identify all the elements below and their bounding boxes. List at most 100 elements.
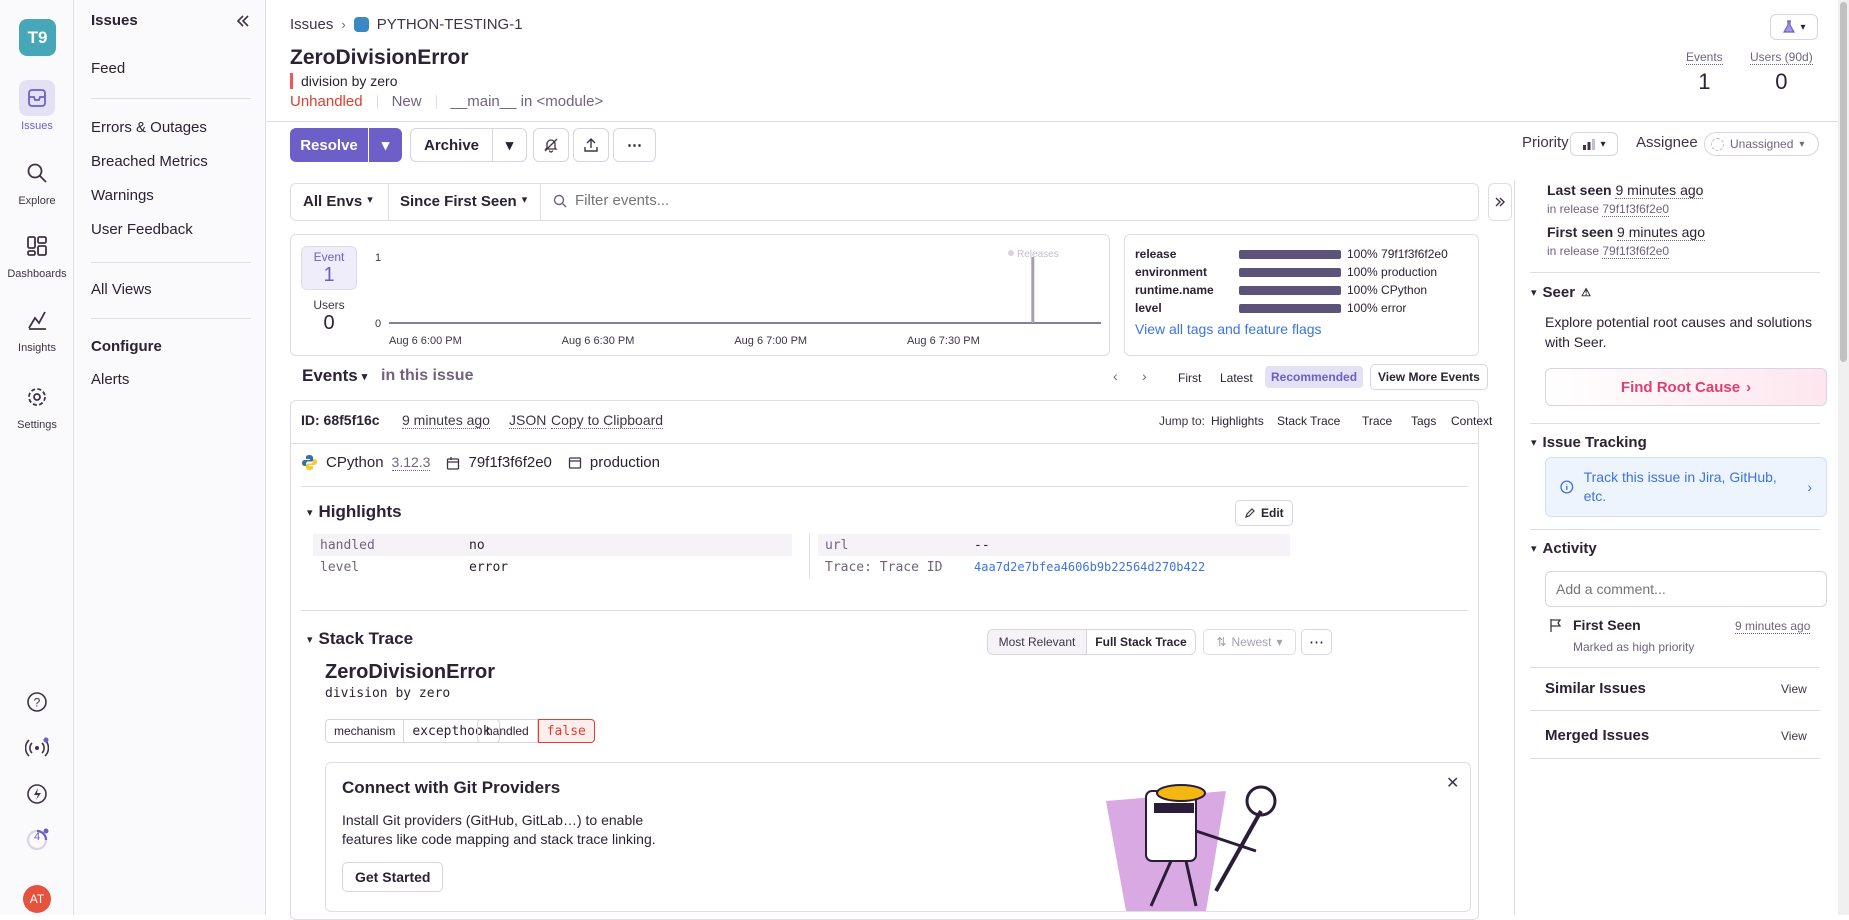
full-stack-trace-button[interactable]: Full Stack Trace: [1086, 630, 1195, 654]
issue-meta: Unhandled New __main__ in <module>: [290, 93, 603, 110]
next-event-button[interactable]: ›: [1142, 368, 1147, 384]
tags-panel: release 100% 79f1f3f6f2e0 environment 100%…: [1124, 234, 1479, 356]
tag-row-runtime[interactable]: runtime.name 100% CPython: [1135, 283, 1427, 297]
find-root-cause-button[interactable]: Find Root Cause ›: [1545, 368, 1827, 406]
primary-nav: T9 Issues Explore Dashboards Insights Se…: [0, 0, 74, 915]
edit-highlights-button[interactable]: Edit: [1235, 500, 1293, 526]
more-actions-button[interactable]: ⋯: [613, 128, 656, 162]
sort-order-dropdown[interactable]: ⇅ Newest ▾: [1203, 629, 1296, 655]
recommended-event-button[interactable]: Recommended: [1265, 366, 1364, 388]
highlights-section-toggle[interactable]: ▾ Highlights: [307, 502, 402, 522]
breadcrumb-project[interactable]: PYTHON-TESTING-1: [377, 16, 523, 33]
subnav-item-feed[interactable]: Feed: [91, 60, 125, 77]
close-icon[interactable]: ✕: [1446, 773, 1459, 793]
runtime-name: CPython: [326, 454, 384, 471]
expand-sidebar-button[interactable]: [1488, 183, 1512, 221]
avatar[interactable]: AT: [23, 885, 51, 913]
jump-context[interactable]: Context: [1451, 414, 1492, 428]
similar-issues-view-link[interactable]: View: [1781, 682, 1807, 696]
resolve-dropdown-button[interactable]: ▾: [369, 128, 402, 162]
event-search-input[interactable]: [575, 192, 1455, 209]
chevron-right-icon: ›: [1746, 378, 1752, 396]
get-started-button[interactable]: Get Started: [342, 862, 444, 892]
chevron-right-icon: ›: [341, 17, 346, 32]
priority-bars-icon: [1583, 139, 1596, 150]
subnav-item-alerts[interactable]: Alerts: [91, 371, 129, 388]
event-chart-panel: Event 1 Users 0 1 0 Aug 6 6:00 PM Aug 6 6:3…: [290, 234, 1110, 356]
share-button[interactable]: [573, 128, 609, 162]
events-header[interactable]: Events ▾: [302, 366, 367, 386]
collapse-sidebar-icon[interactable]: [234, 12, 252, 34]
jump-trace[interactable]: Trace: [1362, 414, 1392, 428]
trace-id-link[interactable]: 4aa7d2e7bfea4606b9b22564d270b422: [974, 560, 1205, 574]
jump-stack-trace[interactable]: Stack Trace: [1277, 414, 1340, 428]
priority-dropdown[interactable]: ▾: [1570, 132, 1618, 156]
scrollbar[interactable]: [1838, 0, 1849, 915]
secondary-nav: Issues Feed Errors & Outages Breached Me…: [74, 0, 266, 915]
seer-section-toggle[interactable]: ▾ Seer ⚠: [1531, 284, 1591, 301]
sort-icon: ⇅: [1216, 635, 1227, 649]
track-issue-link[interactable]: Track this issue in Jira, GitHub, etc. ›: [1545, 457, 1827, 517]
prev-event-button[interactable]: ‹: [1113, 368, 1118, 384]
most-relevant-button[interactable]: Most Relevant: [988, 630, 1086, 654]
event-card: ID: 68f5f16c 9 minutes ago JSON Copy to …: [290, 400, 1492, 920]
activity-section-toggle[interactable]: ▾ Activity: [1531, 540, 1597, 557]
archive-button[interactable]: Archive: [410, 128, 493, 162]
runtime-version: 3.12.3: [391, 454, 431, 471]
jump-tags[interactable]: Tags: [1411, 414, 1436, 428]
help-icon[interactable]: ?: [19, 684, 55, 720]
first-event-button[interactable]: First: [1178, 371, 1201, 385]
subnav-item-errors-outages[interactable]: Errors & Outages: [91, 119, 207, 136]
nav-explore[interactable]: Explore: [0, 155, 74, 207]
nav-issues[interactable]: Issues: [0, 80, 74, 132]
merged-issues-view-link[interactable]: View: [1781, 729, 1807, 743]
json-link[interactable]: JSON: [509, 412, 547, 429]
view-all-tags-link[interactable]: View all tags and feature flags: [1135, 321, 1322, 337]
issue-sidebar: Last seen 9 minutes ago in release 79f1f…: [1514, 180, 1834, 915]
date-range-filter[interactable]: Since First Seen ▾: [400, 193, 527, 210]
activity-item-title: First Seen: [1573, 617, 1641, 633]
stack-trace-section-toggle[interactable]: ▾ Stack Trace: [307, 629, 413, 649]
upload-icon: [584, 138, 598, 152]
issue-tracking-section-toggle[interactable]: ▾ Issue Tracking: [1531, 424, 1647, 451]
nav-dashboards[interactable]: Dashboards: [0, 228, 74, 280]
mute-button[interactable]: [533, 128, 569, 162]
git-illustration: [1106, 784, 1277, 911]
lightning-icon[interactable]: [19, 776, 55, 812]
subnav-item-warnings[interactable]: Warnings: [91, 187, 154, 204]
search-icon: [553, 194, 567, 212]
pencil-icon: [1245, 508, 1255, 518]
tag-row-level[interactable]: level 100% error: [1135, 301, 1406, 315]
nav-insights-label: Insights: [18, 342, 56, 354]
resolve-button[interactable]: Resolve: [290, 128, 368, 162]
user-count-tab[interactable]: Users 0: [301, 298, 357, 335]
broadcast-icon[interactable]: [19, 730, 55, 766]
view-more-events-button[interactable]: View More Events: [1370, 364, 1488, 390]
comment-input[interactable]: [1545, 571, 1827, 607]
releases-legend-label: Releases: [1017, 249, 1059, 260]
merged-issues-title: Merged Issues: [1545, 727, 1650, 744]
jump-highlights[interactable]: Highlights: [1211, 414, 1264, 428]
tag-bar: [1239, 285, 1341, 295]
archive-dropdown-button[interactable]: ▾: [492, 128, 527, 162]
assignee-dropdown[interactable]: Unassigned ▾: [1704, 132, 1819, 156]
subnav-item-breached-metrics[interactable]: Breached Metrics: [91, 153, 208, 170]
nav-settings[interactable]: Settings: [0, 379, 74, 431]
org-logo[interactable]: T9: [19, 19, 56, 56]
breadcrumb-issues[interactable]: Issues: [290, 16, 333, 33]
stack-options-button[interactable]: ⋯: [1301, 629, 1332, 655]
feature-flask-button[interactable]: ▾: [1770, 14, 1818, 40]
tag-row-release[interactable]: release 100% 79f1f3f6f2e0: [1135, 247, 1448, 261]
issues-icon: [19, 80, 55, 116]
nav-insights[interactable]: Insights: [0, 302, 74, 354]
issue-message: division by zero: [290, 73, 398, 89]
onboarding-icon[interactable]: 4: [19, 822, 55, 858]
avatar-placeholder-icon: [1711, 137, 1724, 151]
tag-row-environment[interactable]: environment 100% production: [1135, 265, 1437, 279]
subnav-item-all-views[interactable]: All Views: [91, 281, 152, 298]
copy-to-clipboard-link[interactable]: Copy to Clipboard: [551, 412, 664, 429]
latest-event-button[interactable]: Latest: [1220, 371, 1253, 385]
environment-filter[interactable]: All Envs ▾: [303, 193, 373, 210]
subnav-item-user-feedback[interactable]: User Feedback: [91, 221, 193, 238]
event-count-tab[interactable]: Event 1: [301, 246, 357, 290]
